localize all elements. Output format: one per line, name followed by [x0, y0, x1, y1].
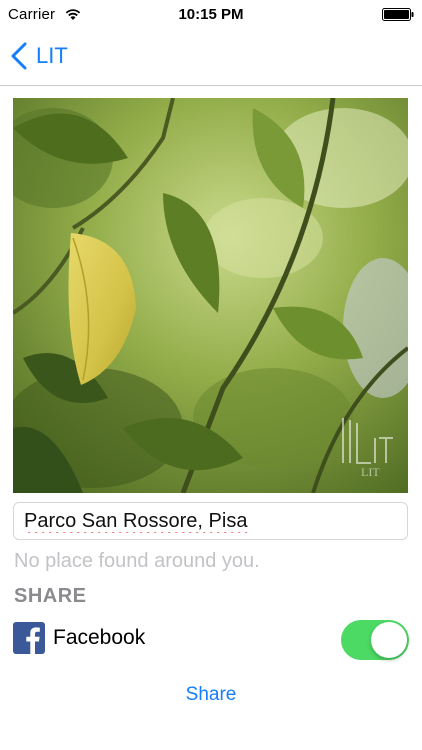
photo-watermark: LIT	[361, 465, 380, 479]
facebook-toggle[interactable]	[341, 620, 409, 660]
clock: 10:15 PM	[178, 6, 244, 23]
no-place-message: No place found around you.	[14, 550, 260, 572]
facebook-share-row: Facebook	[13, 619, 409, 660]
facebook-icon	[13, 622, 45, 654]
status-bar: Carrier 10:15 PM	[0, 0, 422, 30]
battery-icon	[382, 8, 414, 21]
leaf-photo-image: LIT	[13, 98, 408, 493]
back-button[interactable]: LIT	[10, 40, 68, 72]
share-section-title: SHARE	[14, 585, 87, 607]
toggle-knob	[371, 622, 407, 658]
chevron-left-icon	[11, 42, 27, 70]
photo-preview: LIT	[13, 98, 408, 493]
navigation-bar: LIT	[0, 30, 422, 86]
location-input[interactable]	[24, 509, 397, 533]
facebook-label: Facebook	[53, 626, 146, 649]
share-button[interactable]: Share	[0, 684, 422, 706]
location-field[interactable]	[13, 502, 408, 540]
back-button-label: LIT	[36, 43, 68, 68]
